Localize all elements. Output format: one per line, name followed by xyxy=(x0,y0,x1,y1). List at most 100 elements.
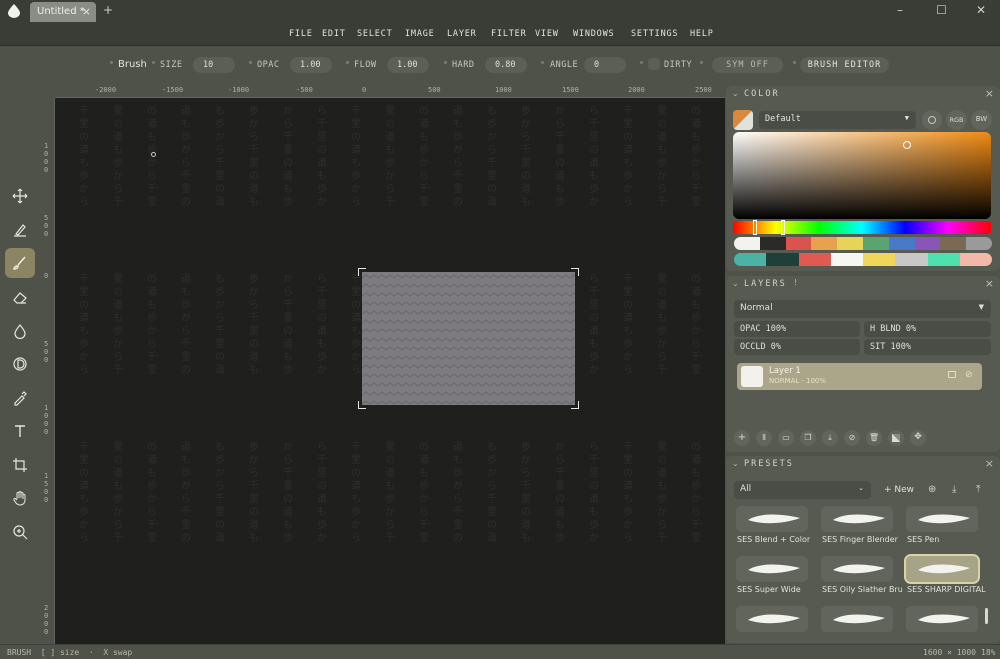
preset-card[interactable] xyxy=(906,606,978,632)
color-swatch[interactable] xyxy=(766,253,799,266)
menu-edit[interactable]: EDIT xyxy=(322,29,346,39)
hue-slider[interactable] xyxy=(733,220,991,235)
menu-filter[interactable]: FILTER xyxy=(491,29,527,39)
crop-tool[interactable] xyxy=(5,450,35,480)
dodge-tool[interactable] xyxy=(5,349,35,379)
close-panel-icon[interactable]: × xyxy=(985,457,994,470)
bw-toggle[interactable]: BW xyxy=(971,110,992,130)
drawing-canvas[interactable]: も道の里千らか歩道の里千らか歩もの里千らか歩も道里千らか歩も道の千らか歩も道の里… xyxy=(55,98,725,644)
close-window-button[interactable]: ✕ xyxy=(976,3,986,17)
upload-icon[interactable]: ⤒ xyxy=(976,484,980,495)
adjust-layer-icon[interactable]: ⫴ xyxy=(756,430,772,446)
flow-field[interactable]: 1.00 xyxy=(387,57,429,73)
add-layer-icon[interactable]: + xyxy=(734,430,750,446)
dirty-toggle[interactable] xyxy=(648,58,660,70)
delete-icon[interactable]: 🗑 xyxy=(866,430,882,446)
palette-select[interactable]: Default ▼ xyxy=(759,111,916,129)
menu-select[interactable]: SELECT xyxy=(357,29,393,39)
text-tool[interactable] xyxy=(5,416,35,446)
color-swatch[interactable] xyxy=(914,237,941,250)
color-swatch[interactable] xyxy=(785,237,812,250)
lock-icon[interactable] xyxy=(948,371,956,378)
menu-file[interactable]: FILE xyxy=(289,29,313,39)
angle-field[interactable]: 0 xyxy=(584,57,626,73)
color-panel-header[interactable]: ⌄ COLOR × xyxy=(726,86,1000,102)
selection-handle-tl[interactable] xyxy=(358,268,366,276)
hue-handle-secondary[interactable] xyxy=(781,220,785,235)
tab-close-icon[interactable]: × xyxy=(82,5,91,18)
fill-tool[interactable] xyxy=(5,316,35,346)
menu-layer[interactable]: LAYER xyxy=(447,29,477,39)
color-swatch[interactable] xyxy=(830,253,864,266)
blend-mode-select[interactable]: Normal ▼ xyxy=(734,300,991,318)
color-swatch[interactable] xyxy=(940,237,967,250)
menu-help[interactable]: HELP xyxy=(690,29,714,39)
preset-scrollbar[interactable] xyxy=(985,608,988,624)
document-tab[interactable]: Untitled * × xyxy=(30,2,96,22)
collapse-chevron-icon[interactable]: ⌄ xyxy=(732,459,739,468)
menu-settings[interactable]: SETTINGS xyxy=(631,29,678,39)
color-swatch[interactable] xyxy=(863,253,896,266)
preset-filter-select[interactable]: All ⌄ xyxy=(734,481,871,499)
preset-card[interactable] xyxy=(904,554,980,584)
color-swatch[interactable] xyxy=(863,237,890,250)
color-swatch[interactable] xyxy=(734,253,767,266)
merge-down-icon[interactable]: ⤓ xyxy=(822,430,838,446)
visibility-icon[interactable]: ⊘ xyxy=(965,370,973,380)
layer-hblend-field[interactable]: H BLND 0% xyxy=(864,321,991,337)
new-preset-button[interactable]: + New xyxy=(884,485,914,495)
minimize-button[interactable]: – xyxy=(897,3,903,17)
new-tab-button[interactable]: + xyxy=(103,3,113,17)
color-swatch[interactable] xyxy=(927,253,961,266)
presets-panel-header[interactable]: ⌄ PRESETS × xyxy=(726,456,1000,472)
search-icon[interactable]: ⊕ xyxy=(928,484,936,495)
clear-icon[interactable]: ⊘ xyxy=(844,430,860,446)
color-swatch[interactable] xyxy=(759,237,787,250)
saturation-value-picker[interactable] xyxy=(733,132,991,219)
eyedropper-tool[interactable] xyxy=(5,383,35,413)
opacity-field[interactable]: 1.00 xyxy=(290,57,332,73)
folder-icon[interactable]: ▭ xyxy=(778,430,794,446)
duplicate-icon[interactable]: ❐ xyxy=(800,430,816,446)
color-swatch[interactable] xyxy=(837,237,864,250)
zoom-tool[interactable] xyxy=(5,517,35,547)
selection-handle-bl[interactable] xyxy=(358,401,366,409)
hand-tool[interactable] xyxy=(5,483,35,513)
color-wheel-toggle[interactable] xyxy=(922,110,942,130)
smudge-tool[interactable] xyxy=(5,215,35,245)
layer-sit-field[interactable]: SIT 100% xyxy=(864,339,991,355)
brush-tool[interactable] xyxy=(5,248,35,278)
hue-handle[interactable] xyxy=(753,220,757,235)
selection-handle-br[interactable] xyxy=(571,401,579,409)
preset-card[interactable] xyxy=(821,506,893,532)
layer-row[interactable]: Layer 1 NORMAL · 100% ⊘ xyxy=(737,363,982,390)
color-swatch[interactable] xyxy=(798,253,832,266)
color-swatch[interactable] xyxy=(811,237,838,250)
hardness-field[interactable]: 0.80 xyxy=(485,57,527,73)
collapse-chevron-icon[interactable]: ⌄ xyxy=(732,89,739,98)
color-swatch[interactable] xyxy=(959,253,992,266)
layers-panel-header[interactable]: ⌄ LAYERS ! × xyxy=(726,276,1000,292)
color-swatch[interactable] xyxy=(966,237,992,250)
zoom-level[interactable]: 18% xyxy=(981,648,995,657)
selection-handle-tr[interactable] xyxy=(571,268,579,276)
current-color-chip[interactable] xyxy=(733,110,753,130)
menu-view[interactable]: VIEW xyxy=(535,29,559,39)
collapse-chevron-icon[interactable]: ⌄ xyxy=(732,279,739,288)
preset-card[interactable] xyxy=(821,556,893,582)
preset-card[interactable] xyxy=(821,606,893,632)
color-swatch[interactable] xyxy=(895,253,928,266)
document-canvas[interactable] xyxy=(362,272,575,405)
preset-card[interactable] xyxy=(736,556,808,582)
close-panel-icon[interactable]: × xyxy=(985,277,994,290)
close-panel-icon[interactable]: × xyxy=(985,87,994,100)
preset-card[interactable] xyxy=(906,506,978,532)
maximize-button[interactable]: ☐ xyxy=(936,3,947,17)
color-picker-handle[interactable] xyxy=(903,141,911,149)
brush-editor-button[interactable]: BRUSH EDITOR xyxy=(800,57,889,73)
color-swatch[interactable] xyxy=(734,237,761,250)
preset-card[interactable] xyxy=(736,506,808,532)
symmetry-toggle[interactable]: SYM OFF xyxy=(712,57,783,73)
rgb-toggle[interactable]: RGB xyxy=(946,110,967,130)
download-icon[interactable]: ⤓ xyxy=(952,484,956,495)
